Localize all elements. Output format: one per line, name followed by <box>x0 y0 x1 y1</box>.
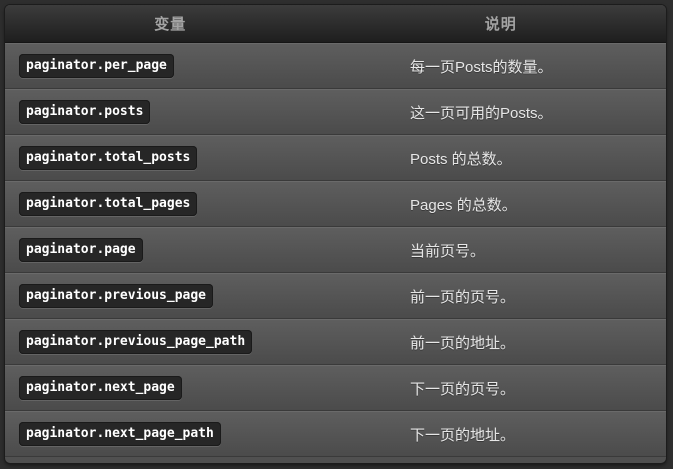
table-row: paginator.total_pages Pages 的总数。 <box>5 181 666 227</box>
variable-description: Pages 的总数。 <box>410 196 517 214</box>
variable-description: 当前页号。 <box>410 242 486 260</box>
variable-description: 这一页可用的Posts。 <box>410 104 553 122</box>
variable-code: paginator.total_posts <box>19 146 198 170</box>
table-row: paginator.posts 这一页可用的Posts。 <box>5 89 666 135</box>
variable-code: paginator.next_page_path <box>19 422 221 446</box>
variable-code: paginator.total_pages <box>19 192 198 216</box>
table-row: paginator.previous_page_path 前一页的地址。 <box>5 319 666 365</box>
variable-description: Posts 的总数。 <box>410 150 512 168</box>
variable-description: 每一页Posts的数量。 <box>410 58 553 76</box>
variable-description: 下一页的页号。 <box>410 380 516 398</box>
variable-description: 下一页的地址。 <box>410 426 516 444</box>
table-row: paginator.total_posts Posts 的总数。 <box>5 135 666 181</box>
header-description: 说明 <box>484 16 517 33</box>
table-header: 变量 说明 <box>5 5 666 43</box>
table-row: paginator.per_page 每一页Posts的数量。 <box>5 43 666 89</box>
table-row: paginator.next_page 下一页的页号。 <box>5 365 666 411</box>
variable-code: paginator.page <box>19 238 143 262</box>
variable-code: paginator.posts <box>19 100 151 124</box>
table-row: paginator.page 当前页号。 <box>5 227 666 273</box>
variables-table: 变量 说明 paginator.per_page 每一页Posts的数量。 pa… <box>5 5 666 463</box>
variable-description: 前一页的地址。 <box>410 334 516 352</box>
table-row: paginator.next_page_path 下一页的地址。 <box>5 411 666 457</box>
variable-code: paginator.next_page <box>19 376 182 400</box>
variable-code: paginator.previous_page_path <box>19 330 253 354</box>
variable-code: paginator.previous_page <box>19 284 214 308</box>
variable-description: 前一页的页号。 <box>410 288 516 306</box>
variable-code: paginator.per_page <box>19 54 174 78</box>
table-row: paginator.previous_page 前一页的页号。 <box>5 273 666 319</box>
header-variable: 变量 <box>154 16 187 33</box>
